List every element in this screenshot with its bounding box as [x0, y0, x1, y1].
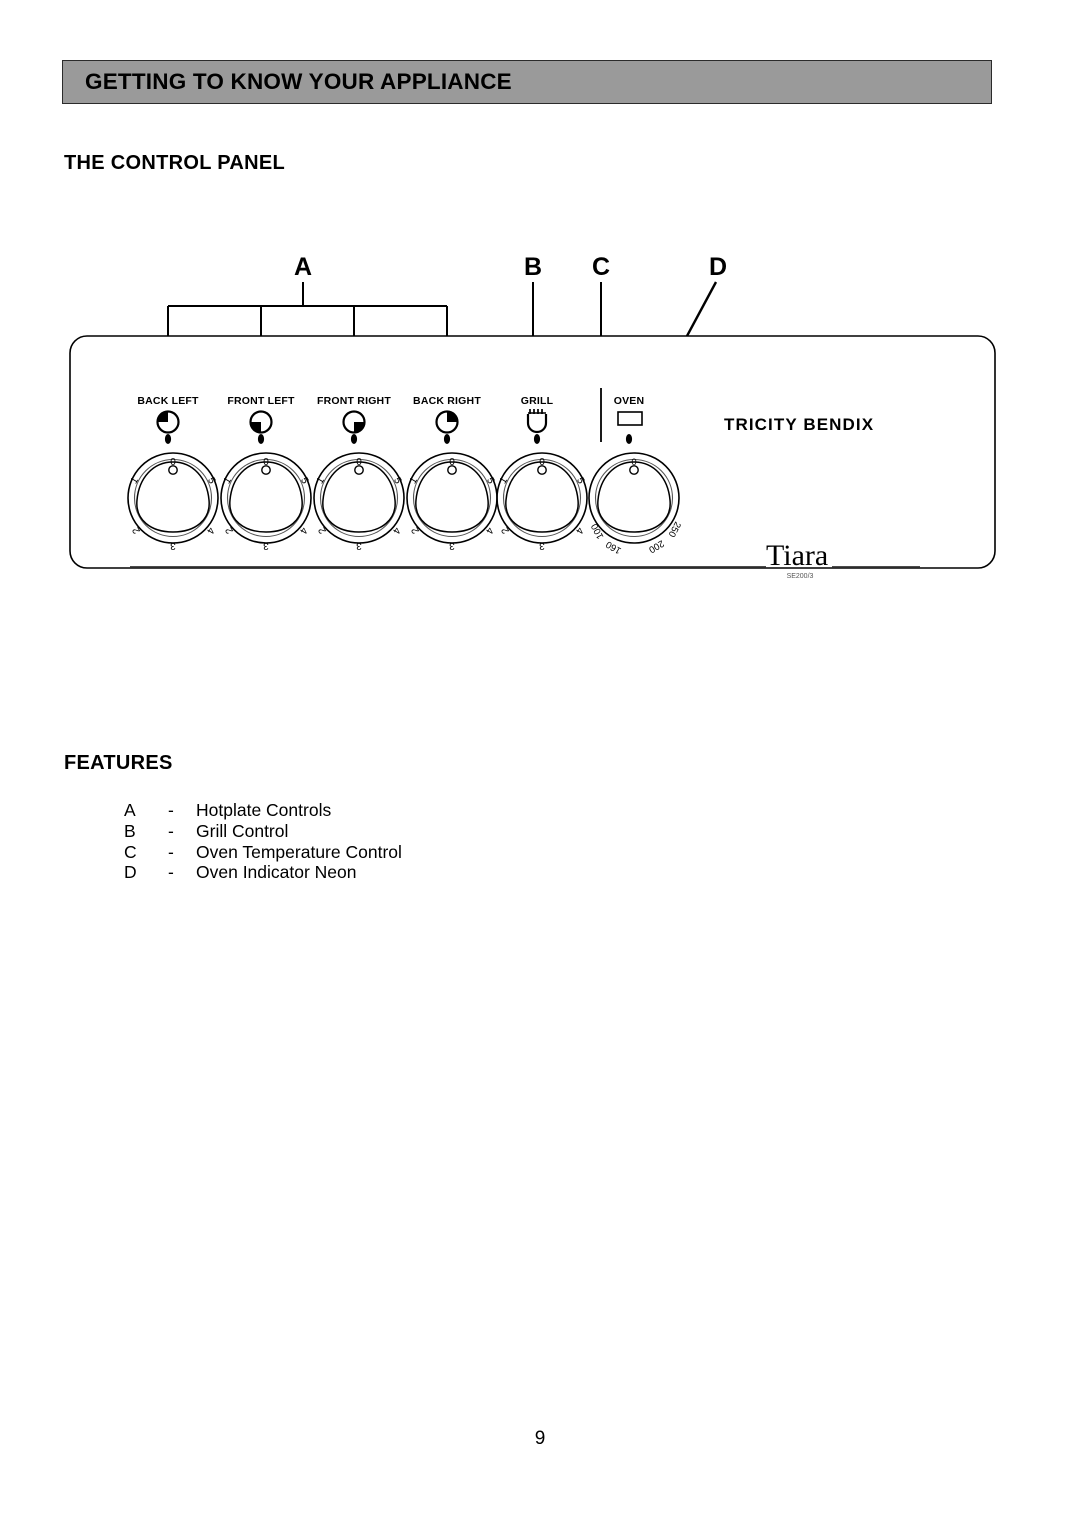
feature-label: Oven Temperature Control: [196, 841, 402, 862]
control-panel-heading: THE CONTROL PANEL: [64, 152, 286, 174]
hotplate-front-right-icon: [342, 410, 366, 434]
control-label-front-right: FRONT RIGHT: [317, 395, 391, 407]
hotplate-back-right-icon: [435, 410, 459, 434]
callout-letter-a: A: [294, 253, 312, 281]
svg-text:0: 0: [539, 457, 545, 468]
hotplate-front-left-icon: [249, 410, 273, 434]
feature-label: Grill Control: [196, 820, 289, 841]
feature-item-c: C - Oven Temperature Control: [124, 842, 402, 863]
feature-item-a: A - Hotplate Controls: [124, 800, 402, 821]
control-label-back-right: BACK RIGHT: [413, 395, 481, 407]
feature-dash: -: [168, 862, 174, 883]
feature-key: C: [124, 841, 137, 862]
callout-letter-b: B: [524, 253, 542, 281]
control-panel-diagram: A B C D BACK LEFT FRONT LEFT FRONT RIGHT…: [0, 230, 1080, 700]
callout-letter-d: D: [709, 253, 727, 281]
svg-text:3: 3: [356, 540, 362, 551]
model-code: SE200/3: [787, 573, 814, 580]
feature-dash: -: [168, 800, 174, 820]
feature-key: D: [124, 862, 137, 883]
page-title: GETTING TO KNOW YOUR APPLIANCE: [85, 69, 512, 94]
model-logo: Tiara: [766, 539, 828, 572]
feature-key: A: [124, 800, 136, 820]
appliance-fascia-outline: [69, 335, 996, 569]
feature-dash: -: [168, 841, 174, 862]
control-panel-illustration: A B C D BACK LEFT FRONT LEFT FRONT RIGHT…: [69, 253, 996, 580]
features-heading: FEATURES: [64, 752, 173, 774]
feature-label: Oven Indicator Neon: [196, 862, 357, 883]
hotplate-back-left-icon: [156, 410, 180, 434]
page-header-banner: GETTING TO KNOW YOUR APPLIANCE: [62, 60, 992, 104]
svg-text:3: 3: [449, 540, 455, 551]
svg-text:3: 3: [170, 540, 176, 551]
svg-text:3: 3: [263, 540, 269, 551]
brand-wordmark: TRICITY BENDIX: [724, 415, 874, 434]
feature-dash: -: [168, 820, 174, 841]
control-label-oven: OVEN: [614, 395, 645, 407]
svg-text:0: 0: [170, 457, 176, 468]
document-page: GETTING TO KNOW YOUR APPLIANCE THE CONTR…: [0, 0, 1080, 1528]
feature-key: B: [124, 820, 136, 841]
feature-item-b: B - Grill Control: [124, 821, 402, 842]
control-label-grill: GRILL: [521, 395, 554, 407]
control-label-back-left: BACK LEFT: [137, 395, 199, 407]
features-list: A - Hotplate Controls B - Grill Control …: [124, 800, 402, 883]
svg-text:0: 0: [263, 457, 269, 468]
svg-text:0: 0: [631, 457, 636, 468]
svg-text:0: 0: [449, 457, 455, 468]
page-number: 9: [534, 1428, 546, 1449]
oven-neon-icon: [617, 411, 643, 426]
feature-label: Hotplate Controls: [196, 800, 332, 820]
callout-letter-c: C: [592, 253, 610, 281]
svg-text:3: 3: [539, 540, 545, 551]
feature-item-d: D - Oven Indicator Neon: [124, 862, 402, 883]
svg-text:0: 0: [356, 457, 362, 468]
control-label-front-left: FRONT LEFT: [227, 395, 295, 407]
